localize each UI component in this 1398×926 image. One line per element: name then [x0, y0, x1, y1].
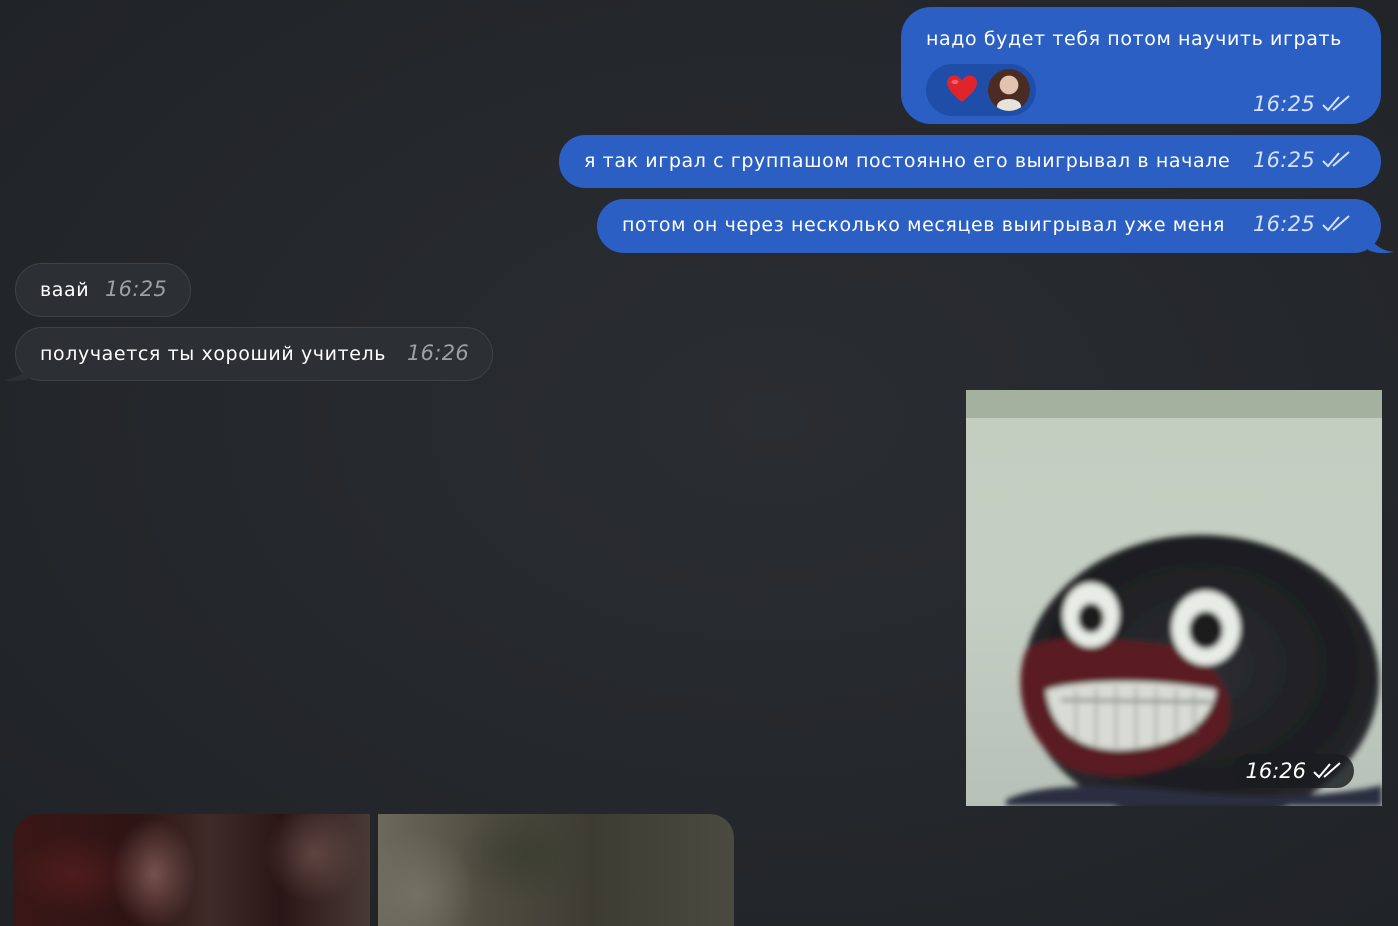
- message-text: получается ты хороший учитель: [40, 343, 387, 365]
- message-text: ваай: [40, 279, 90, 301]
- incoming-message[interactable]: ваай 16:25: [15, 263, 191, 317]
- bubble-tail: [4, 356, 34, 381]
- outgoing-message[interactable]: потом он через несколько месяцев выигрыв…: [597, 199, 1381, 253]
- double-check-icon: [1313, 762, 1341, 779]
- message-time: 16:25: [1252, 148, 1315, 172]
- outgoing-message[interactable]: я так играл с группашом постоянно его вы…: [559, 135, 1381, 188]
- chat-area: надо будет тебя потом научить играть 16:…: [0, 0, 1398, 926]
- message-meta: 16:26: [1233, 754, 1354, 788]
- message-text: потом он через несколько месяцев выигрыв…: [622, 214, 1226, 236]
- message-time: 16:25: [1252, 212, 1315, 236]
- bubble-tail: [1368, 228, 1394, 254]
- double-check-icon: [1322, 151, 1350, 168]
- message-meta: 16:25: [1253, 148, 1351, 172]
- message-meta: 16:26: [407, 341, 469, 365]
- photo-message[interactable]: 16:26: [966, 390, 1382, 806]
- incoming-photo[interactable]: [378, 814, 734, 926]
- double-check-icon: [1322, 215, 1350, 232]
- message-text: надо будет тебя потом научить играть: [926, 28, 1342, 50]
- photo-image: [966, 390, 1382, 806]
- incoming-message[interactable]: получается ты хороший учитель 16:26: [15, 327, 493, 381]
- message-meta: 16:25: [1253, 212, 1351, 236]
- message-time: 16:25: [1252, 92, 1315, 116]
- incoming-photo[interactable]: [14, 814, 370, 926]
- message-meta: 16:25: [105, 277, 167, 301]
- message-time: 16:25: [105, 277, 168, 301]
- outgoing-message[interactable]: надо будет тебя потом научить играть 16:…: [901, 7, 1381, 124]
- message-time: 16:26: [407, 341, 470, 365]
- message-reactions[interactable]: [926, 64, 1036, 116]
- message-meta: 16:25: [1253, 92, 1351, 116]
- double-check-icon: [1322, 95, 1350, 112]
- message-text: я так играл с группашом постоянно его вы…: [584, 150, 1231, 172]
- heart-icon: [947, 75, 977, 102]
- message-time: 16:26: [1245, 759, 1306, 783]
- reactor-avatar[interactable]: [988, 69, 1030, 111]
